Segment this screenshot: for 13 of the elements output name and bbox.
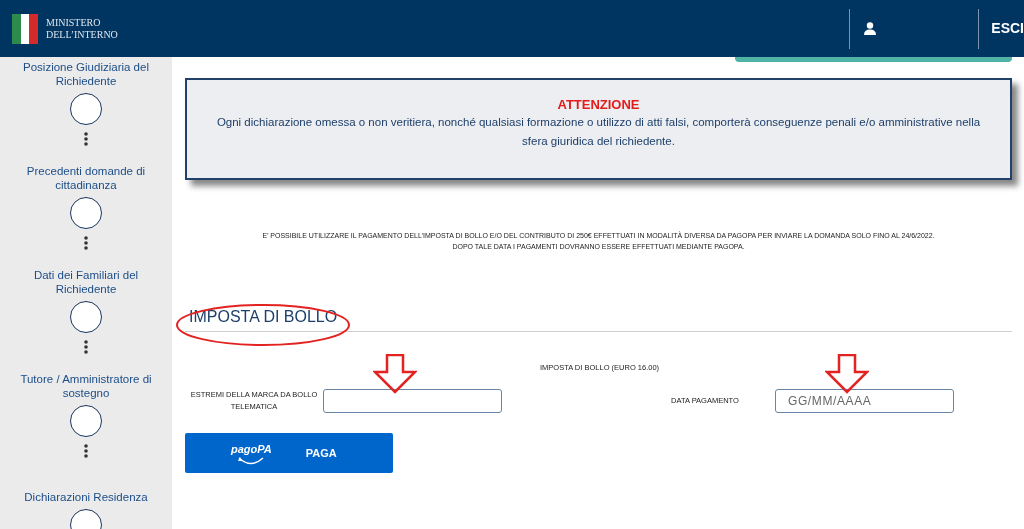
step-label[interactable]: Precedenti domande di cittadinanza xyxy=(11,162,161,192)
logo-text: DELL’INTERNO xyxy=(46,28,118,41)
logout-link[interactable]: ESCI xyxy=(991,18,1024,39)
text-field[interactable]: GG/MM/AAAA xyxy=(775,389,954,414)
warning-title: ATTENZIONE xyxy=(557,97,640,113)
pagopa-pay-button[interactable]: pagoPA PAGA xyxy=(185,433,393,474)
warning-text: Ogni dichiarazione omessa o non veritiera, nonché qualsiasi formazione o utilizzo di atti falsi, comporterà conseguenze penali e/o amministrative nella sfera giuridica del richiedente. xyxy=(215,115,982,149)
step-label[interactable]: Posizione Giudiziaria del Richiedente xyxy=(11,58,161,88)
step-label[interactable]: Tutore / Amministratore di sostegno xyxy=(11,370,161,400)
step-label[interactable]: Dichiarazioni Residenza xyxy=(11,474,161,504)
logo-text: MINISTERO xyxy=(46,16,102,29)
step-label[interactable]: Dati dei Familiari del Richiedente xyxy=(11,266,161,296)
section-title: IMPOSTA DI BOLLO xyxy=(189,307,338,327)
